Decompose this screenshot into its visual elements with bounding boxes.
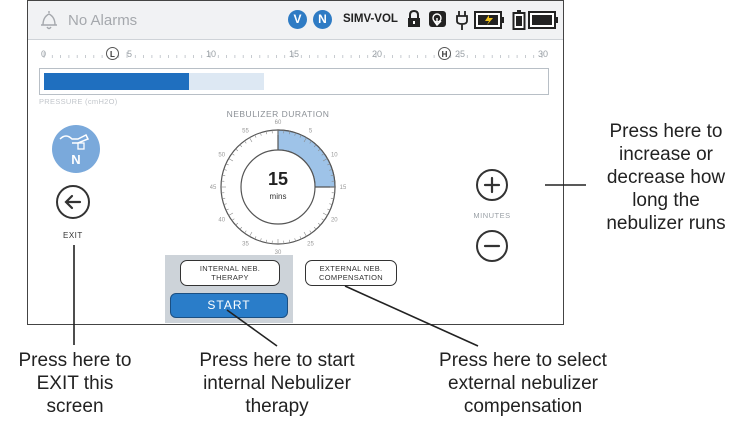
- callout-line: compensation: [463, 396, 583, 417]
- nebulizer-status-icon: N: [52, 125, 100, 173]
- scale-tick-label: 30: [538, 49, 549, 59]
- exit-button[interactable]: [56, 185, 90, 219]
- start-callout: Press here to start internal Nebulizer t…: [172, 349, 382, 418]
- nebulizer-duration-dial[interactable]: 60510152025303540455055 15 mins: [210, 119, 346, 255]
- callout-line: internal Nebulizer: [203, 373, 351, 394]
- exit-label: EXIT: [63, 231, 83, 240]
- callout-line: nebulizer runs: [606, 213, 726, 234]
- callout-line: external nebulizer: [448, 373, 598, 394]
- low-pressure-marker[interactable]: L: [106, 47, 119, 60]
- nebulizer-badge: N: [313, 10, 332, 29]
- dial-title: NEBULIZER DURATION: [226, 109, 330, 119]
- arrow-left-icon: [64, 194, 82, 210]
- dial-tick-label: 10: [331, 153, 338, 159]
- internal-neb-label-line1: INTERNAL NEB.: [199, 264, 261, 273]
- pressure-bar-fill: [44, 73, 189, 90]
- dial-tick-label: 35: [242, 241, 249, 247]
- scale-tick-label: 15: [289, 49, 300, 59]
- increase-duration-button[interactable]: [476, 169, 508, 201]
- dial-tick-label: 15: [340, 185, 346, 191]
- nebulizer-letter: N: [71, 152, 81, 167]
- high-pressure-marker[interactable]: H: [438, 47, 451, 60]
- ventilator-screen: No Alarms V N SIMV-VOL 0 5 10 15 20 25 3…: [27, 0, 564, 325]
- lock-icon: [408, 9, 420, 27]
- scale-tick-label: 5: [127, 49, 133, 59]
- internal-neb-therapy-button[interactable]: INTERNAL NEB. THERAPY: [180, 260, 280, 286]
- duration-callout: Press here to increase or decrease how l…: [586, 120, 746, 235]
- dial-tick-label: 50: [218, 153, 225, 159]
- external-neb-label-line1: EXTERNAL NEB.: [319, 264, 383, 273]
- exit-callout: Press here to EXIT this screen: [2, 349, 148, 418]
- ventilation-mode: SIMV-VOL: [343, 13, 398, 25]
- scale-tick-label: 25: [455, 49, 466, 59]
- scale-tick-label: 10: [206, 49, 217, 59]
- callout-line: decrease how: [606, 167, 726, 188]
- dial-tick-label: 60: [275, 120, 282, 126]
- callout-line: EXIT this: [36, 373, 114, 394]
- external-neb-label-line2: COMPENSATION: [319, 273, 383, 282]
- status-bar: No Alarms V N SIMV-VOL: [28, 1, 563, 40]
- duration-unit: mins: [270, 192, 287, 201]
- external-callout: Press here to select external nebulizer …: [408, 349, 638, 418]
- dial-tick-label: 40: [218, 218, 225, 224]
- start-button[interactable]: START: [170, 293, 288, 318]
- callout-line: Press here to: [609, 121, 723, 142]
- dial-tick-label: 45: [210, 185, 217, 191]
- dial-tick-label: 5: [309, 129, 313, 135]
- internal-neb-label-line2: THERAPY: [211, 273, 249, 282]
- callout-line: Press here to start: [199, 350, 355, 371]
- minutes-label: MINUTES: [473, 211, 511, 220]
- callout-line: Press here to select: [439, 350, 607, 371]
- decrease-duration-button[interactable]: [476, 230, 508, 262]
- duration-value: 15: [268, 169, 288, 189]
- pressure-bar: [39, 68, 549, 95]
- touch-lock-icon: [429, 11, 446, 27]
- pressure-label: PRESSURE (cmH2O): [39, 97, 118, 106]
- callout-line: screen: [46, 396, 104, 417]
- callout-line: increase or: [619, 144, 713, 165]
- internal-battery-icon: [512, 10, 526, 30]
- battery-full-icon: [528, 11, 558, 29]
- dial-tick-label: 55: [242, 129, 249, 135]
- scale-tick-label: 0: [41, 49, 47, 59]
- callout-line: long the: [632, 190, 700, 211]
- callout-line: Press here to: [18, 350, 132, 371]
- dial-tick-label: 25: [307, 241, 314, 247]
- bell-icon: [41, 11, 57, 30]
- external-neb-compensation-button[interactable]: EXTERNAL NEB. COMPENSATION: [305, 260, 397, 286]
- plus-icon: [483, 176, 501, 194]
- power-plug-icon: [456, 11, 468, 30]
- pressure-scale: 0 5 10 15 20 25 30 L H: [28, 39, 563, 64]
- dial-tick-label: 20: [331, 218, 338, 224]
- external-battery-charging-icon: [474, 11, 504, 29]
- callout-line: therapy: [245, 396, 309, 417]
- minus-icon: [483, 244, 501, 248]
- scale-tick-label: 20: [372, 49, 383, 59]
- volume-mode-badge: V: [288, 10, 307, 29]
- alarm-status-text: No Alarms: [68, 12, 138, 29]
